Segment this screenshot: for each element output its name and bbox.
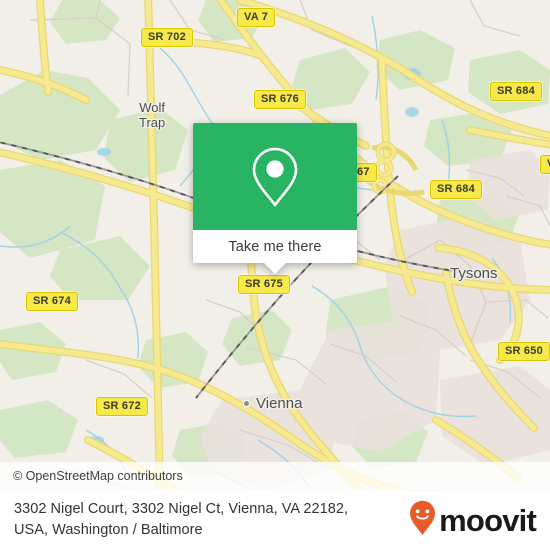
take-me-there-label: Take me there: [228, 238, 322, 255]
road-shield-sr-674[interactable]: SR 674: [26, 292, 78, 311]
map-canvas[interactable]: VA 7 SR 702 SR 676 SR 684 SR 684 SR 674 …: [0, 0, 550, 490]
moovit-pin-smiley-icon: [409, 500, 436, 541]
popup-pointer-tail: [264, 263, 286, 274]
road-shield-sr-676[interactable]: SR 676: [254, 90, 306, 109]
road-shield-va-7[interactable]: VA 7: [237, 8, 276, 27]
popup-header: [193, 123, 357, 230]
take-me-there-button[interactable]: Take me there: [193, 230, 357, 263]
map-page: VA 7 SR 702 SR 676 SR 684 SR 684 SR 674 …: [0, 0, 550, 550]
address-text: 3302 Nigel Court, 3302 Nigel Ct, Vienna,…: [0, 499, 409, 541]
place-dot-vienna: [243, 400, 250, 407]
address-line-1: 3302 Nigel Court, 3302 Nigel Ct, Vienna,…: [14, 501, 349, 517]
address-line-2: USA, Washington / Baltimore: [14, 522, 203, 538]
location-popup-card[interactable]: Take me there: [193, 123, 357, 274]
attribution-text[interactable]: © OpenStreetMap contributors: [0, 469, 183, 483]
road-shield-sr-702[interactable]: SR 702: [141, 28, 193, 47]
road-shield-sr-650[interactable]: SR 650: [498, 342, 550, 361]
moovit-wordmark: moovit: [439, 502, 537, 538]
map-pin-icon: [249, 146, 301, 208]
footer-bar: 3302 Nigel Court, 3302 Nigel Ct, Vienna,…: [0, 490, 550, 550]
road-shield-sr-684-south[interactable]: SR 684: [430, 180, 482, 199]
map-attribution-bar: © OpenStreetMap contributors: [0, 462, 550, 490]
road-shield-sr-684-north[interactable]: SR 684: [490, 82, 542, 101]
road-shield-va-partial[interactable]: V: [540, 155, 550, 174]
road-shield-sr-675[interactable]: SR 675: [238, 275, 290, 294]
road-shield-sr-672[interactable]: SR 672: [96, 397, 148, 416]
moovit-logo[interactable]: moovit: [409, 500, 550, 541]
